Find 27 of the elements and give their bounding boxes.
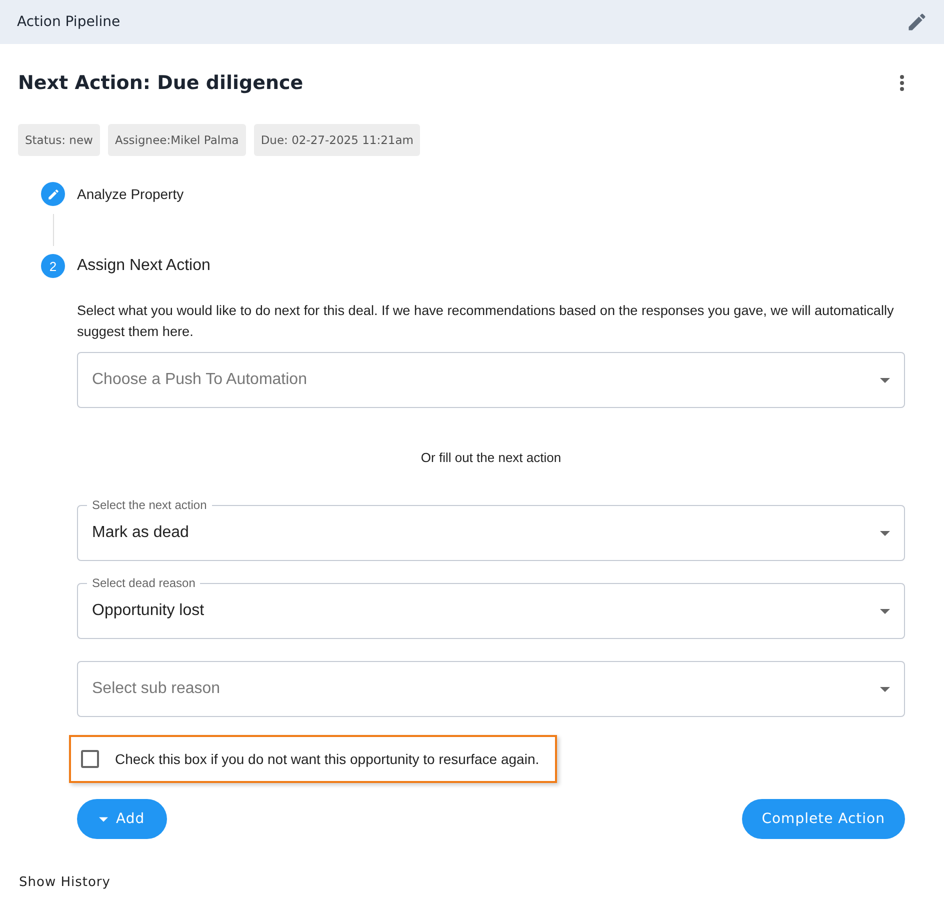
panel-title: Action Pipeline [17, 14, 120, 30]
checkbox-label: Check this box if you do not want this opportunity to resurface again. [115, 751, 540, 767]
more-icon[interactable] [899, 74, 905, 92]
complete-button[interactable]: Complete Action [742, 799, 905, 839]
select-field[interactable]: Select sub reason [77, 653, 905, 717]
pencil-icon [46, 188, 60, 200]
info-chip: Assignee:Mikel Palma [108, 124, 246, 156]
dropdown-arrow-icon [880, 608, 890, 614]
info-chip: Due: 02-27-2025 11:21am [254, 124, 420, 156]
caret-icon [99, 816, 108, 822]
info-chip: Status: new [18, 124, 100, 156]
add-button[interactable]: Add [77, 799, 167, 839]
select-field[interactable]: Choose a Push To Automation [77, 344, 905, 408]
edit-icon [906, 11, 928, 33]
dropdown-arrow-icon [880, 686, 890, 692]
step-label: Analyze Property [77, 186, 184, 202]
select-field[interactable]: Select dead reason Opportunity lost [77, 575, 905, 639]
dropdown-arrow-icon [880, 378, 890, 382]
step-label: Assign Next Action [77, 257, 210, 275]
history-link[interactable]: Show History [19, 875, 110, 890]
dropdown-arrow-icon [880, 530, 890, 536]
checkbox[interactable] [81, 750, 99, 768]
action-title: Next Action: Due diligence [18, 72, 304, 94]
step-number: 2 [41, 254, 65, 278]
description-text: Select what you would like to do next for this deal. If we have recommendations based on the responses you gave, we will automatically suggest them here. [77, 302, 895, 341]
separator-text: Or fill out the next action [420, 450, 562, 465]
select-field[interactable]: Select the next action Mark as dead [77, 497, 905, 561]
